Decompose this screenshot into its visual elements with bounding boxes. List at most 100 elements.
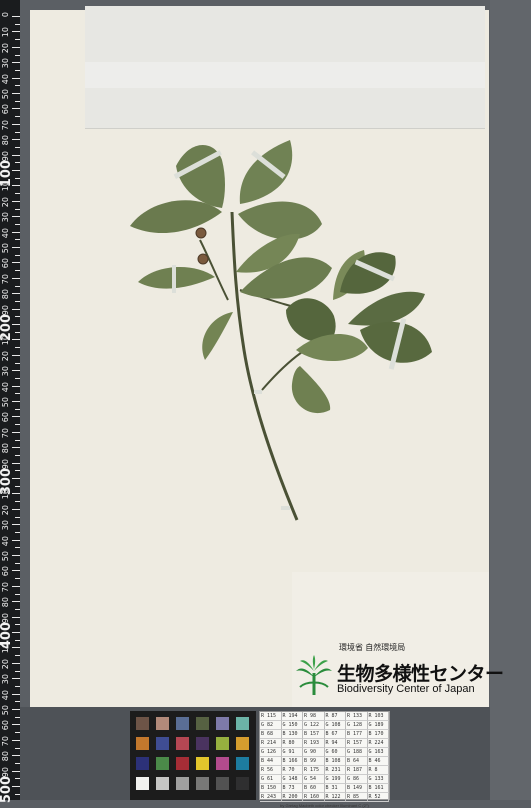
- table-caption: by Gretag Macbeth color checker Illumina…: [280, 803, 369, 808]
- color-swatch: [176, 757, 189, 770]
- table-cell: B 157: [303, 730, 325, 739]
- table-row: R 214 R 80 R 193 R 94 R 157 R 224: [260, 739, 389, 748]
- table-cell: R 133: [346, 712, 368, 721]
- table-cell: B 64: [346, 757, 368, 766]
- table-cell: B 31: [324, 784, 346, 793]
- table-cell: B 44: [260, 757, 282, 766]
- color-swatch: [196, 737, 209, 750]
- table-cell: B 73: [281, 784, 303, 793]
- table-cell: R 70: [281, 766, 303, 775]
- color-swatch: [196, 777, 209, 790]
- table-row: R 243 R 200 R 160 R 122 R 85 R 52: [260, 793, 389, 802]
- table-cell: G 189: [367, 721, 389, 730]
- table-cell: R 160: [303, 793, 325, 802]
- table-cell: G 133: [367, 775, 389, 784]
- table-cell: R 175: [303, 766, 325, 775]
- color-swatch: [156, 737, 169, 750]
- color-swatch: [216, 777, 229, 790]
- table-cell: R 214: [260, 739, 282, 748]
- table-cell: R 94: [324, 739, 346, 748]
- table-cell: B 150: [260, 784, 282, 793]
- color-swatch: [216, 717, 229, 730]
- table-cell: B 67: [324, 730, 346, 739]
- table-cell: R 80: [281, 739, 303, 748]
- color-swatch: [196, 757, 209, 770]
- table-cell: R 193: [303, 739, 325, 748]
- table-cell: R 115: [260, 712, 282, 721]
- color-values-table: R 115 R 194 R 98 R 87 R 133 R 103 G 82 G 150 G 1…: [259, 711, 390, 808]
- color-swatch: [156, 717, 169, 730]
- table-cell: R 231: [324, 766, 346, 775]
- table-row: B 68 B 130 B 157 B 67 B 177 B 170: [260, 730, 389, 739]
- color-swatch: [176, 777, 189, 790]
- color-swatch: [156, 757, 169, 770]
- center-name-japanese: 生物多様性センター: [337, 664, 504, 685]
- table-cell: G 82: [260, 721, 282, 730]
- leaf: [130, 200, 222, 234]
- table-cell: R 187: [346, 766, 368, 775]
- table-cell: B 46: [367, 757, 389, 766]
- color-swatch: [216, 757, 229, 770]
- table-cell: B 108: [324, 757, 346, 766]
- center-name-english: Biodiversity Center of Japan: [337, 683, 475, 695]
- table-cell: G 128: [346, 721, 368, 730]
- table-cell: R 56: [260, 766, 282, 775]
- biodiversity-center-logo: [296, 655, 332, 695]
- table-cell: G 90: [303, 748, 325, 757]
- table-cell: G 126: [260, 748, 282, 757]
- table-cell: R 103: [367, 712, 389, 721]
- table-cell: G 148: [281, 775, 303, 784]
- color-swatch: [216, 737, 229, 750]
- table-cell: B 68: [260, 730, 282, 739]
- table-cell: B 177: [346, 730, 368, 739]
- table-cell: R 8: [367, 766, 389, 775]
- ministry-label: 環境省 自然環境局: [339, 643, 406, 652]
- table-cell: R 98: [303, 712, 325, 721]
- table-cell: R 243: [260, 793, 282, 802]
- table-cell: G 54: [303, 775, 325, 784]
- table-row: G 61 G 148 G 54 G 199 G 86 G 133: [260, 775, 389, 784]
- table-cell: R 224: [367, 739, 389, 748]
- color-swatch: [136, 757, 149, 770]
- table-cell: G 86: [346, 775, 368, 784]
- table-row: B 150 B 73 B 60 B 31 B 149 B 161: [260, 784, 389, 793]
- table-cell: G 199: [324, 775, 346, 784]
- table-cell: R 122: [324, 793, 346, 802]
- color-checker: [130, 711, 256, 800]
- table-row: R 56 R 70 R 175 R 231 R 187 R 8: [260, 766, 389, 775]
- leaf: [138, 266, 215, 289]
- table-cell: B 166: [281, 757, 303, 766]
- color-swatch: [136, 717, 149, 730]
- table-cell: B 60: [303, 784, 325, 793]
- table-cell: G 60: [324, 748, 346, 757]
- color-swatch: [236, 717, 249, 730]
- table-cell: G 163: [367, 748, 389, 757]
- color-swatch: [156, 777, 169, 790]
- color-swatch: [176, 717, 189, 730]
- table-cell: G 150: [281, 721, 303, 730]
- table-cell: R 52: [367, 793, 389, 802]
- table-row: G 126 G 91 G 90 G 60 G 188 G 163: [260, 748, 389, 757]
- table-cell: B 149: [346, 784, 368, 793]
- color-swatch: [236, 777, 249, 790]
- table-cell: G 108: [324, 721, 346, 730]
- table-cell: R 200: [281, 793, 303, 802]
- table-cell: G 122: [303, 721, 325, 730]
- color-swatch: [236, 737, 249, 750]
- table-cell: G 91: [281, 748, 303, 757]
- table-cell: G 188: [346, 748, 368, 757]
- color-swatch: [196, 717, 209, 730]
- table-cell: R 87: [324, 712, 346, 721]
- color-swatch: [236, 757, 249, 770]
- color-swatch: [176, 737, 189, 750]
- table-row: R 115 R 194 R 98 R 87 R 133 R 103: [260, 712, 389, 721]
- table-row: G 82 G 150 G 122 G 108 G 128 G 189: [260, 721, 389, 730]
- table-cell: B 130: [281, 730, 303, 739]
- leaf: [239, 140, 293, 204]
- table-cell: R 85: [346, 793, 368, 802]
- color-swatch: [136, 777, 149, 790]
- leaf: [291, 366, 331, 414]
- leaf: [348, 291, 425, 326]
- color-swatch: [136, 737, 149, 750]
- leaf: [202, 312, 233, 360]
